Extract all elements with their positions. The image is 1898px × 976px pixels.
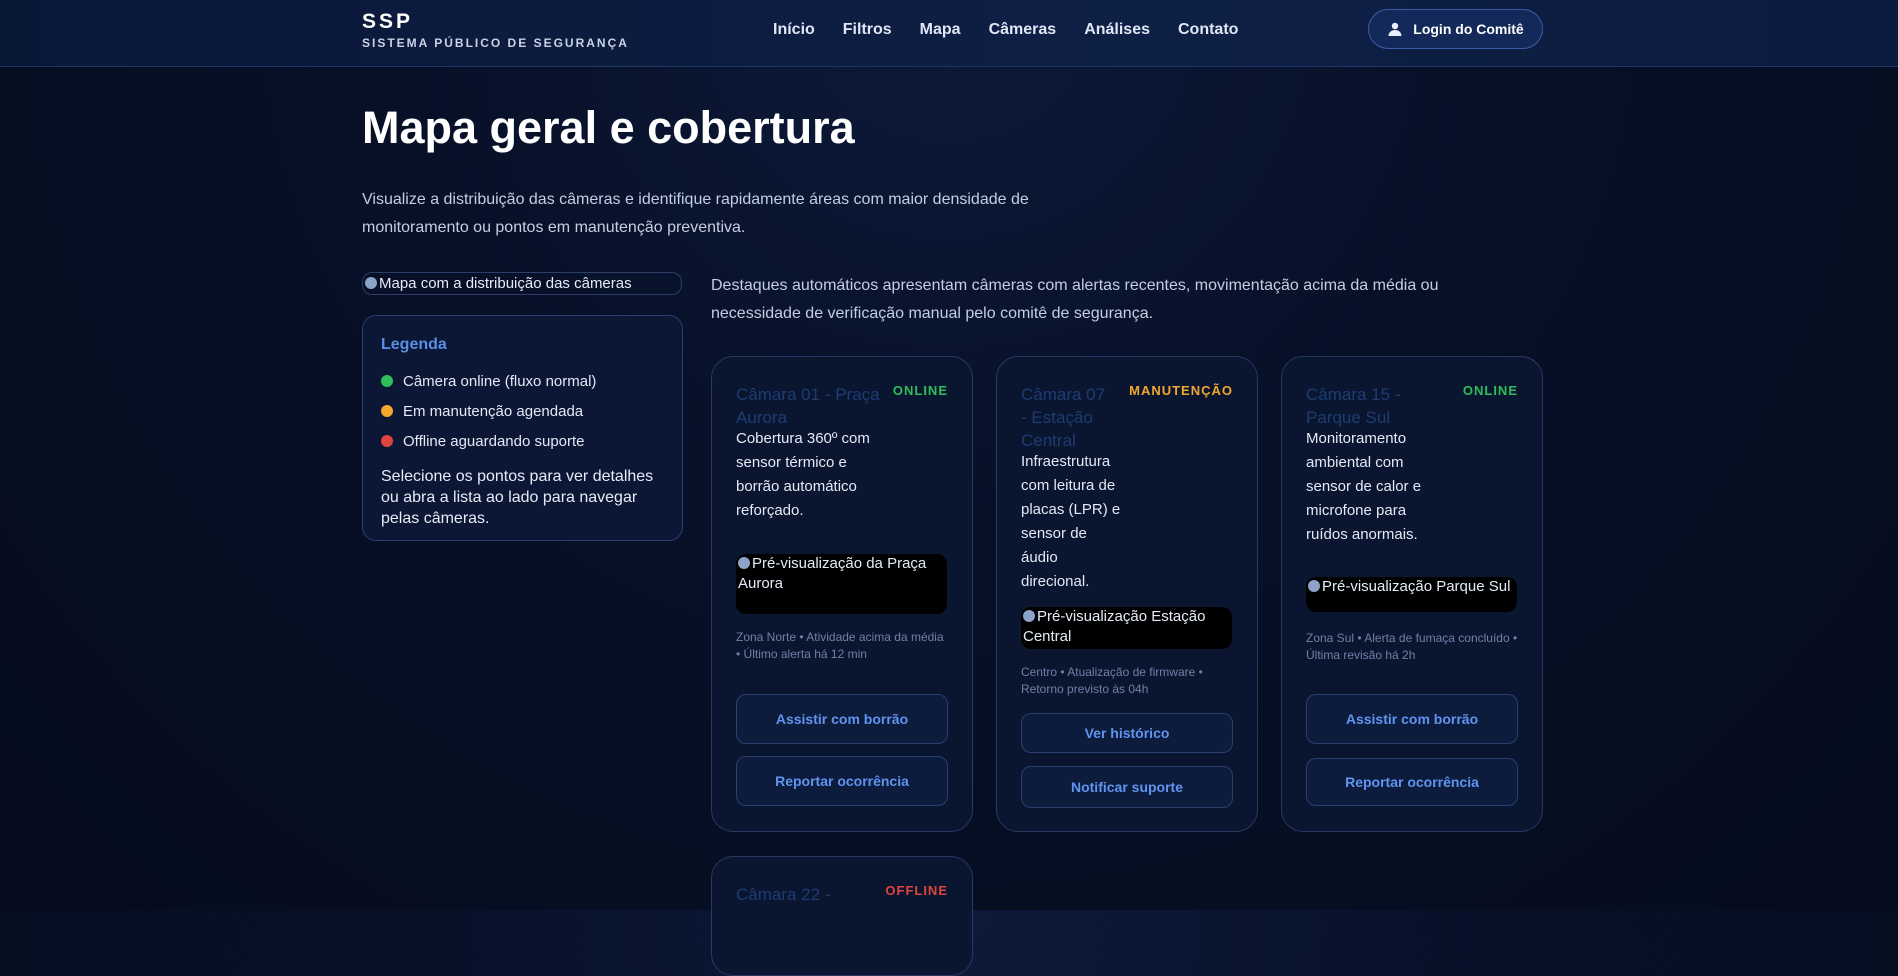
user-icon [1388,22,1402,36]
broken-image-icon [738,557,750,569]
legend-title: Legenda [381,336,447,353]
coverage-map-image[interactable]: Mapa com a distribuição das câmeras [362,272,682,295]
nav-link-cameras[interactable]: Câmeras [989,21,1057,39]
legend-label: Em manutenção agendada [403,402,584,420]
report-incident-button[interactable]: Reportar ocorrência [736,756,948,806]
highlights-description: Destaques automáticos apresentam câmeras… [711,277,1439,322]
legend-item-online: Câmera online (fluxo normal) [381,366,664,396]
notify-support-button[interactable]: Notificar suporte [1021,766,1233,808]
report-incident-button[interactable]: Reportar ocorrência [1306,758,1518,806]
status-badge: OFFLINE [885,883,948,898]
camera-title[interactable]: Câmara 15 - Parque Sul [1306,383,1436,429]
map-alt-text: Mapa com a distribuição das câmeras [379,275,632,292]
nav-link-mapa[interactable]: Mapa [920,21,961,39]
status-dot-online [381,375,393,387]
camera-title[interactable]: Câmara 01 - Praça Aurora [736,383,886,429]
status-badge: ONLINE [1462,383,1518,398]
legend-label: Offline aguardando suporte [403,432,585,450]
status-dot-maintenance [381,405,393,417]
camera-card-07: Câmara 07 - Estação Central MANUTENÇÃO I… [996,356,1258,832]
brand-subtitle: SISTEMA PÚBLICO DE SEGURANÇA [362,36,629,50]
camera-preview-image[interactable]: Pré-visualização Estação Central [1021,607,1232,649]
nav-link-filtros[interactable]: Filtros [843,21,892,39]
map-legend: Legenda Câmera online (fluxo normal) Em … [362,315,683,541]
camera-meta: Zona Sul • Alerta de fumaça concluído • … [1306,631,1518,662]
camera-description: Infraestrutura com leitura de placas (LP… [1021,453,1121,590]
camera-card-15: Câmara 15 - Parque Sul ONLINE Monitorame… [1281,356,1543,832]
nav-link-analises[interactable]: Análises [1084,21,1150,39]
preview-alt-text: Pré-visualização da Praça Aurora [738,555,927,592]
camera-meta: Centro • Atualização de firmware • Retor… [1021,665,1203,696]
camera-card-01: Câmara 01 - Praça Aurora ONLINE Cobertur… [711,356,973,832]
page-intro: Visualize a distribuição das câmeras e i… [362,191,1029,236]
camera-title[interactable]: Câmara 22 - [736,883,886,906]
status-badge: ONLINE [892,383,948,398]
status-dot-offline [381,435,393,447]
view-history-button[interactable]: Ver histórico [1021,713,1233,753]
legend-label: Câmera online (fluxo normal) [403,372,597,390]
broken-image-icon [1023,610,1035,622]
nav-link-contato[interactable]: Contato [1178,21,1238,39]
camera-title[interactable]: Câmara 07 - Estação Central [1021,383,1111,452]
camera-description: Monitoramento ambiental com sensor de ca… [1306,430,1422,543]
camera-meta: Zona Norte • Atividade acima da média • … [736,630,944,661]
legend-note: Selecione os pontos para ver detalhes ou… [381,468,654,527]
brand-title: SSP [362,10,414,33]
brand-logo[interactable]: SSP SISTEMA PÚBLICO DE SEGURANÇA [362,10,629,50]
camera-card-22: Câmara 22 - OFFLINE [711,856,973,976]
broken-image-icon [365,277,377,289]
legend-item-offline: Offline aguardando suporte [381,426,664,456]
preview-alt-text: Pré-visualização Estação Central [1023,608,1206,645]
login-button[interactable]: Login do Comitê [1368,9,1543,49]
preview-alt-text: Pré-visualização Parque Sul [1322,578,1511,595]
login-label: Login do Comitê [1413,21,1524,37]
camera-preview-image[interactable]: Pré-visualização Parque Sul [1306,577,1517,612]
main-nav: Início Filtros Mapa Câmeras Análises Con… [773,21,1238,39]
top-header: SSP SISTEMA PÚBLICO DE SEGURANÇA Início … [0,0,1898,67]
camera-description: Cobertura 360º com sensor térmico e borr… [736,430,870,519]
status-badge: MANUTENÇÃO [1129,383,1233,398]
watch-blurred-button[interactable]: Assistir com borrão [736,694,948,744]
broken-image-icon [1308,580,1320,592]
legend-item-maintenance: Em manutenção agendada [381,396,664,426]
camera-preview-image[interactable]: Pré-visualização da Praça Aurora [736,554,947,614]
nav-link-inicio[interactable]: Início [773,21,815,39]
watch-blurred-button[interactable]: Assistir com borrão [1306,694,1518,744]
page-title: Mapa geral e cobertura [362,102,855,153]
